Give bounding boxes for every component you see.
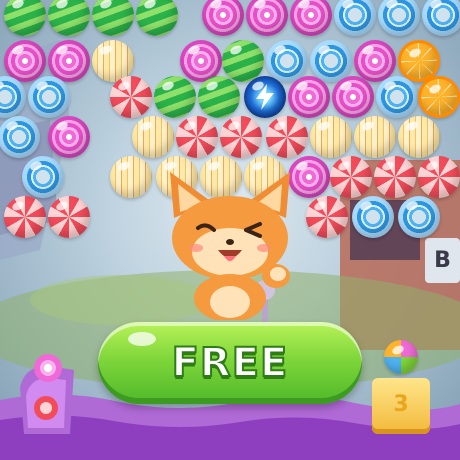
red-bubble (110, 76, 152, 118)
pink-bubble (332, 76, 374, 118)
ring-bubble (352, 196, 394, 238)
cream-bubble (110, 156, 152, 198)
ring-bubble (266, 40, 308, 82)
red-bubble (220, 116, 262, 158)
green-bubble (222, 40, 264, 82)
red-bubble (306, 196, 348, 238)
storefront-sign: B (434, 248, 451, 273)
pink-bubble (354, 40, 396, 82)
red-bubble (418, 156, 460, 198)
candy-launcher (20, 354, 74, 434)
ring-bubble (0, 116, 40, 158)
lightning-bubble (244, 76, 286, 118)
game-screen: B FREE 3 (0, 0, 460, 460)
cream-bubble (398, 116, 440, 158)
cream-bubble (132, 116, 174, 158)
fox-character (170, 172, 290, 320)
remaining-shots-counter: 3 (372, 378, 430, 434)
lightning-icon (256, 84, 274, 110)
ring-bubble (398, 196, 440, 238)
ring-bubble (22, 156, 64, 198)
remaining-shots-number: 3 (393, 392, 409, 417)
cream-bubble (310, 116, 352, 158)
ring-bubble (376, 76, 418, 118)
green-bubble (198, 76, 240, 118)
pink-bubble (48, 116, 90, 158)
red-bubble (266, 116, 308, 158)
red-bubble (374, 156, 416, 198)
red-bubble (48, 196, 90, 238)
red-bubble (4, 196, 46, 238)
ring-bubble (28, 76, 70, 118)
red-bubble (176, 116, 218, 158)
ring-bubble (310, 40, 352, 82)
orange-bubble (418, 76, 460, 118)
cream-bubble (354, 116, 396, 158)
free-button[interactable]: FREE (98, 322, 362, 404)
next-bubble-preview (384, 340, 418, 374)
green-bubble (154, 76, 196, 118)
free-button-label: FREE (171, 339, 289, 387)
pink-bubble (288, 76, 330, 118)
red-bubble (330, 156, 372, 198)
